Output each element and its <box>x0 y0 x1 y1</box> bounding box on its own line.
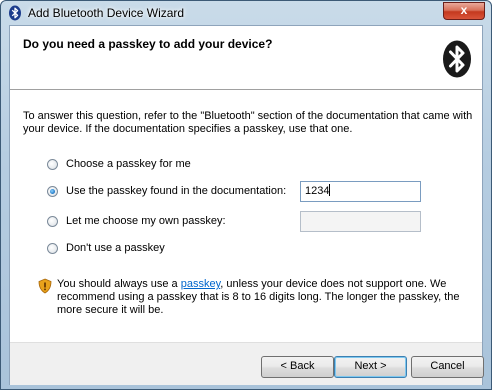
wizard-header: Do you need a passkey to add your device… <box>10 26 482 90</box>
text-caret <box>329 184 331 196</box>
page-title: Do you need a passkey to add your device… <box>23 37 273 51</box>
window-title: Add Bluetooth Device Wizard <box>28 6 185 20</box>
cancel-button[interactable]: Cancel <box>411 356 484 378</box>
bluetooth-logo-icon <box>443 40 471 78</box>
button-bar: < Back Next > Cancel <box>10 342 484 385</box>
radio-choose-for-me[interactable] <box>47 158 58 170</box>
wizard-content: Do you need a passkey to add your device… <box>9 25 484 385</box>
wizard-window: Add Bluetooth Device Wizard x Do you nee… <box>0 0 492 390</box>
radio-no-passkey[interactable] <box>47 242 58 254</box>
back-button[interactable]: < Back <box>261 356 334 378</box>
instructions-text: To answer this question, refer to the "B… <box>23 110 473 135</box>
documentation-passkey-input[interactable]: 1234 <box>300 181 421 202</box>
title-bar[interactable]: Add Bluetooth Device Wizard x <box>1 1 491 25</box>
passkey-link[interactable]: passkey <box>181 278 221 290</box>
option-label: Let me choose my own passkey: <box>66 215 226 227</box>
passkey-recommendation: You should always use a passkey, unless … <box>57 278 467 317</box>
radio-choose-own-passkey[interactable] <box>47 215 58 227</box>
option-choose-own-passkey[interactable]: Let me choose my own passkey: <box>47 213 226 229</box>
radio-use-documentation-passkey[interactable] <box>47 185 58 197</box>
option-choose-for-me[interactable]: Choose a passkey for me <box>47 156 191 172</box>
passkey-value: 1234 <box>305 185 330 197</box>
close-button[interactable]: x <box>443 2 485 20</box>
next-button[interactable]: Next > <box>334 356 407 378</box>
option-label: Choose a passkey for me <box>66 158 191 170</box>
option-no-passkey[interactable]: Don't use a passkey <box>47 240 165 256</box>
option-use-documentation-passkey[interactable]: Use the passkey found in the documentati… <box>47 183 286 199</box>
security-shield-icon <box>38 278 52 294</box>
option-label: Use the passkey found in the documentati… <box>66 185 287 197</box>
close-icon: x <box>460 3 468 17</box>
own-passkey-input <box>300 211 421 232</box>
note-text-start: You should always use a <box>57 278 181 290</box>
option-label: Don't use a passkey <box>66 242 165 254</box>
bluetooth-icon <box>9 5 21 21</box>
